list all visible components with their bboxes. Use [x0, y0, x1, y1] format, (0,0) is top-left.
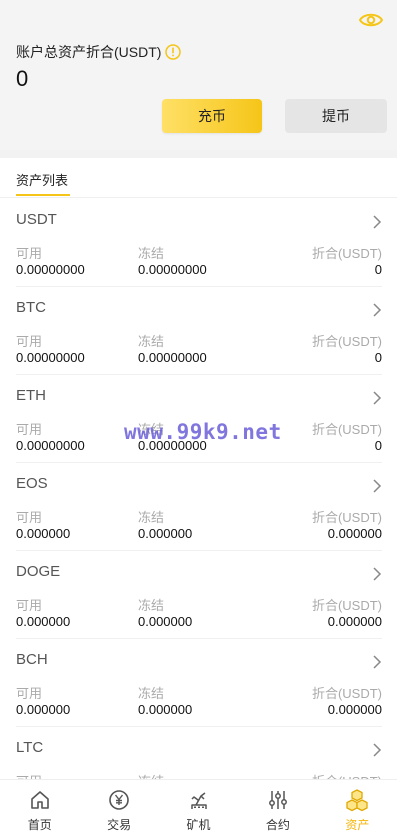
chevron-right-icon[interactable] [372, 567, 382, 581]
account-summary-header: 账户总资产折合(USDT) 0 充币 提币 [0, 0, 397, 150]
cubes-icon [346, 789, 368, 812]
available-value: 0.00000000 [16, 262, 85, 277]
home-icon [30, 791, 49, 809]
frozen-label: 冻结 [138, 598, 165, 613]
frozen-value: 0.00000000 [138, 350, 207, 365]
tab-active-indicator [16, 194, 70, 196]
available-value: 0.00000000 [16, 438, 85, 453]
converted-value: 0 [374, 350, 382, 365]
frozen-value: 0.000000 [138, 526, 193, 541]
converted-label: 折合(USDT) [311, 246, 382, 261]
watermark-text: www.99k9.net [124, 420, 282, 444]
converted-label: 折合(USDT) [311, 686, 382, 701]
chevron-right-icon[interactable] [372, 303, 382, 317]
total-assets-label: 账户总资产折合(USDT) [16, 42, 182, 62]
tabbar-label: 首页 [27, 818, 52, 832]
available-label: 可用 [16, 246, 43, 261]
mining-machine-icon [190, 792, 207, 809]
converted-label: 折合(USDT) [311, 598, 382, 613]
available-label: 可用 [16, 598, 43, 613]
asset-name: ETH [16, 387, 46, 404]
tabbar-item-4[interactable]: 资产 [318, 780, 397, 839]
frozen-label: 冻结 [138, 510, 165, 525]
frozen-value: 0.000000 [138, 702, 193, 717]
tabbar-label: 资产 [345, 818, 370, 832]
chevron-right-icon[interactable] [372, 215, 382, 229]
asset-row[interactable]: EOS 可用 冻结 折合(USDT) 0.000000 0.000000 0.0… [16, 463, 382, 551]
asset-row[interactable]: ETH 可用 冻结 折合(USDT) 0.00000000 0.00000000… [16, 375, 382, 463]
available-value: 0.000000 [16, 526, 71, 541]
converted-value: 0.000000 [327, 614, 382, 629]
frozen-label: 冻结 [138, 334, 165, 349]
asset-name: DOGE [16, 563, 61, 580]
tabbar-label: 合约 [265, 818, 290, 832]
converted-value: 0.000000 [327, 702, 382, 717]
withdraw-button[interactable]: 提币 [285, 99, 387, 133]
tab-asset-list[interactable]: 资产列表 [16, 170, 68, 189]
asset-name: EOS [16, 475, 48, 492]
frozen-label: 冻结 [138, 686, 165, 701]
converted-value: 0 [374, 438, 382, 453]
converted-label: 折合(USDT) [311, 422, 382, 437]
asset-list: USDT 可用 冻结 折合(USDT) 0.00000000 0.0000000… [0, 199, 397, 815]
asset-row[interactable]: USDT 可用 冻结 折合(USDT) 0.00000000 0.0000000… [16, 199, 382, 287]
chevron-right-icon[interactable] [372, 391, 382, 405]
tabbar-item-0[interactable]: 首页 [0, 780, 79, 839]
asset-row[interactable]: BCH 可用 冻结 折合(USDT) 0.000000 0.000000 0.0… [16, 639, 382, 727]
total-assets-label-text: 账户总资产折合(USDT) [16, 44, 162, 60]
converted-label: 折合(USDT) [311, 334, 382, 349]
available-value: 0.00000000 [16, 350, 85, 365]
sliders-icon [268, 791, 287, 809]
available-label: 可用 [16, 334, 43, 349]
converted-value: 0 [374, 262, 382, 277]
yen-icon [109, 790, 129, 810]
chevron-right-icon[interactable] [372, 479, 382, 493]
asset-name: BTC [16, 299, 46, 316]
tabbar-item-3[interactable]: 合约 [238, 780, 317, 839]
tabbar-item-1[interactable]: 交易 [79, 780, 158, 839]
asset-name: LTC [16, 739, 44, 756]
bottom-tabbar: 首页 交易 矿机 合约 资产 [0, 779, 397, 839]
asset-row[interactable]: DOGE 可用 冻结 折合(USDT) 0.000000 0.000000 0.… [16, 551, 382, 639]
tabbar-item-2[interactable]: 矿机 [159, 780, 238, 839]
available-label: 可用 [16, 510, 43, 525]
available-value: 0.000000 [16, 702, 71, 717]
tabbar-label: 矿机 [186, 818, 211, 832]
converted-value: 0.000000 [327, 526, 382, 541]
asset-name: BCH [16, 651, 48, 668]
available-value: 0.000000 [16, 614, 71, 629]
frozen-value: 0.000000 [138, 614, 193, 629]
tabbar-label: 交易 [107, 818, 132, 832]
frozen-value: 0.00000000 [138, 262, 207, 277]
asset-row[interactable]: BTC 可用 冻结 折合(USDT) 0.00000000 0.00000000… [16, 287, 382, 375]
asset-name: USDT [16, 211, 57, 228]
info-icon[interactable] [165, 44, 182, 60]
chevron-right-icon[interactable] [372, 743, 382, 757]
frozen-label: 冻结 [138, 246, 165, 261]
converted-label: 折合(USDT) [311, 510, 382, 525]
section-divider [0, 150, 397, 158]
chevron-right-icon[interactable] [372, 655, 382, 669]
available-label: 可用 [16, 686, 43, 701]
total-assets-value: 0 [16, 66, 29, 91]
asset-tabs: 资产列表 [0, 158, 397, 198]
available-label: 可用 [16, 422, 43, 437]
eye-icon[interactable] [359, 11, 383, 29]
deposit-button[interactable]: 充币 [162, 99, 262, 133]
